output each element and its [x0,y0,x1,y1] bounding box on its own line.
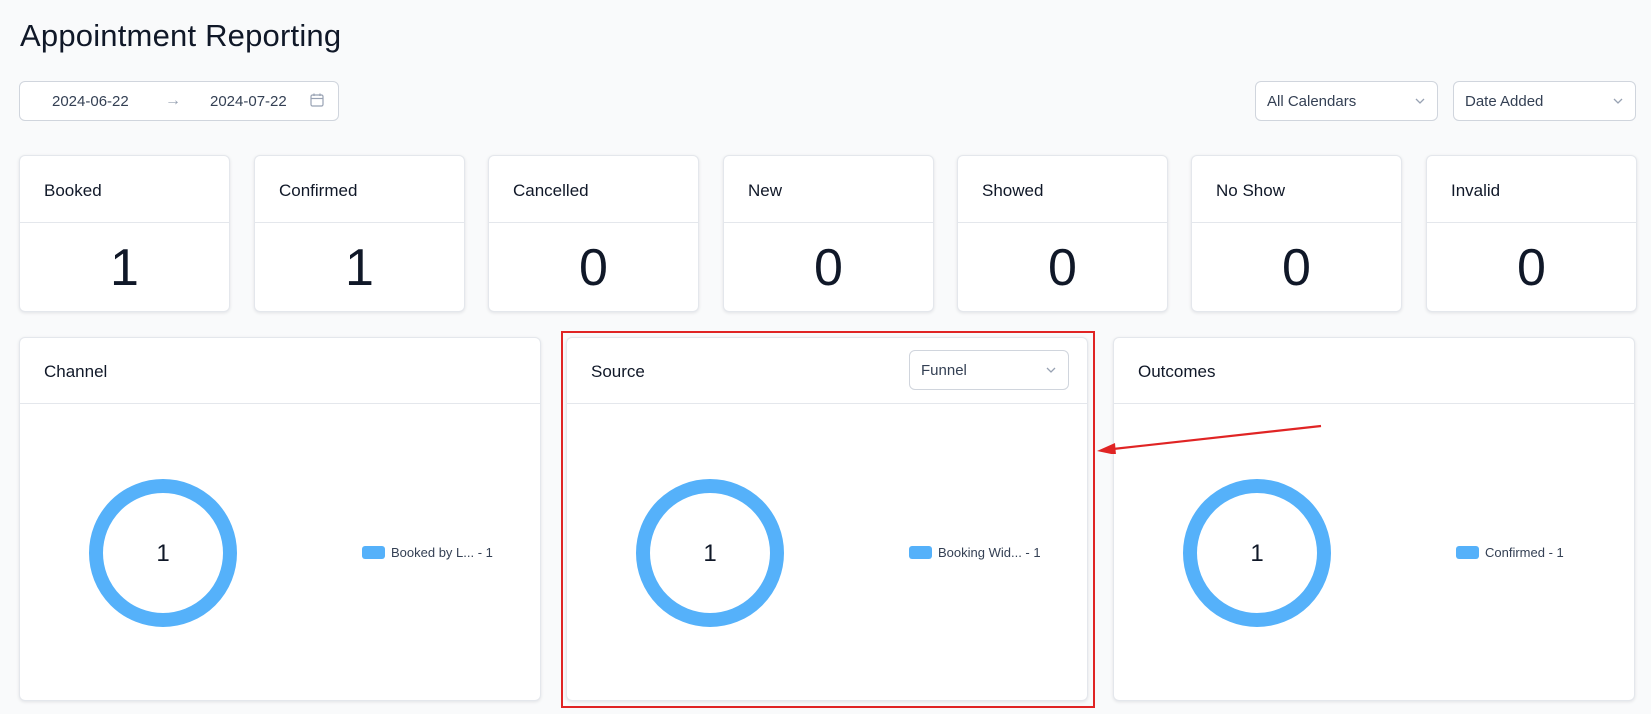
channel-panel: Channel 1 Booked by L... - 1 [19,337,541,701]
card-divider [20,222,229,223]
stat-value: 0 [1048,239,1077,297]
stat-card-invalid: Invalid 0 [1426,155,1637,312]
stat-value: 0 [1282,239,1311,297]
arrow-right-icon: → [165,92,181,109]
stat-value: 0 [1517,239,1546,297]
annotation-arrow-icon [1097,424,1322,454]
legend-label: Booking Wid... - 1 [938,545,1041,560]
source-filter-select[interactable]: Funnel [909,350,1069,390]
date-range-picker[interactable]: 2024-06-22 → 2024-07-22 [19,81,339,121]
legend-swatch [1456,546,1479,559]
stat-value: 0 [814,239,843,297]
legend-item[interactable]: Confirmed - 1 [1456,545,1564,560]
start-date-input[interactable]: 2024-06-22 [52,93,129,110]
stat-value: 1 [110,239,139,297]
stat-label: Cancelled [513,181,589,200]
source-filter-value: Funnel [921,362,967,379]
calendar-select-value: All Calendars [1267,93,1357,110]
stat-card-new: New 0 [723,155,934,312]
card-divider [255,222,464,223]
stat-label: Booked [44,181,102,200]
date-type-select[interactable]: Date Added [1453,81,1636,121]
chevron-down-icon [1415,98,1425,104]
donut-total: 1 [703,540,717,567]
legend-label: Confirmed - 1 [1485,545,1564,560]
appointment-reporting-page: Appointment Reporting 2024-06-22 → 2024-… [0,0,1651,714]
calendar-icon [310,93,324,107]
panel-divider [567,403,1087,404]
card-divider [1192,222,1401,223]
card-divider [1427,222,1636,223]
card-divider [489,222,698,223]
stat-label: New [748,181,783,200]
donut-total: 1 [156,540,170,567]
legend-item[interactable]: Booking Wid... - 1 [909,545,1041,560]
panel-title: Outcomes [1138,362,1216,381]
card-divider [724,222,933,223]
legend-swatch [909,546,932,559]
stat-card-confirmed: Confirmed 1 [254,155,465,312]
panel-title: Channel [44,362,108,381]
legend-item[interactable]: Booked by L... - 1 [362,545,493,560]
chevron-down-icon [1613,98,1623,104]
page-title: Appointment Reporting [20,18,342,53]
stat-label: Showed [982,181,1044,200]
stat-value: 1 [345,239,374,297]
source-panel: Source Funnel 1 Booking Wid... - 1 [566,337,1088,701]
panel-divider [20,403,540,404]
date-type-select-value: Date Added [1465,93,1544,110]
card-divider [958,222,1167,223]
stat-card-no-show: No Show 0 [1191,155,1402,312]
stat-card-cancelled: Cancelled 0 [488,155,699,312]
stat-card-showed: Showed 0 [957,155,1168,312]
legend-label: Booked by L... - 1 [391,545,493,560]
panel-title: Source [591,362,645,381]
calendar-select[interactable]: All Calendars [1255,81,1438,121]
chevron-down-icon [1046,367,1056,373]
stat-label: Invalid [1451,181,1501,200]
donut-total: 1 [1250,540,1264,567]
stat-label: No Show [1216,181,1285,200]
stat-value: 0 [579,239,608,297]
stat-card-booked: Booked 1 [19,155,230,312]
panel-divider [1114,403,1634,404]
legend-swatch [362,546,385,559]
stat-label: Confirmed [279,181,358,200]
outcomes-panel: Outcomes 1 Confirmed - 1 [1113,337,1635,701]
end-date-input[interactable]: 2024-07-22 [210,93,287,110]
